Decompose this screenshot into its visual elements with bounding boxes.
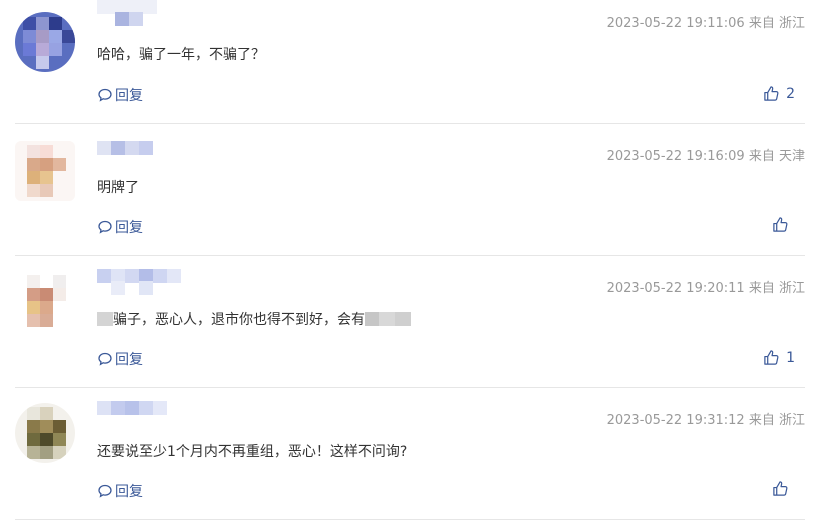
speech-bubble-icon <box>98 352 112 366</box>
timestamp: 2023-05-22 19:16:09 <box>606 149 745 164</box>
comment-meta: 2023-05-22 19:31:12 来自 浙江 <box>607 409 805 428</box>
thumbs-up-icon <box>773 481 788 496</box>
like-button[interactable]: 2 <box>763 85 795 102</box>
location-prefix: 来自 <box>748 281 775 296</box>
comment-meta: 2023-05-22 19:20:11 来自 浙江 <box>607 277 805 296</box>
separator <box>15 387 805 388</box>
timestamp: 2023-05-22 19:11:06 <box>606 16 745 31</box>
comment-meta: 2023-05-22 19:11:06 来自 浙江 <box>607 12 805 31</box>
speech-bubble-icon <box>98 220 112 234</box>
reply-label: 回复 <box>115 220 143 236</box>
separator <box>15 123 805 124</box>
reply-button[interactable]: 回复 <box>97 349 143 369</box>
comment-text: 还要说至少1个月内不再重组，恶心！这样不问询? <box>97 444 408 460</box>
timestamp: 2023-05-22 19:31:12 <box>606 413 745 428</box>
reply-label: 回复 <box>115 88 143 104</box>
location: 天津 <box>778 149 805 164</box>
avatar[interactable] <box>15 403 75 463</box>
location: 浙江 <box>778 413 805 428</box>
like-button[interactable] <box>772 480 795 497</box>
location: 浙江 <box>778 281 805 296</box>
like-count: 2 <box>786 85 795 102</box>
reply-label: 回复 <box>115 484 143 500</box>
reply-button[interactable]: 回复 <box>97 217 143 237</box>
thumbs-up-icon <box>773 217 788 232</box>
separator <box>15 255 805 256</box>
avatar[interactable] <box>15 141 75 201</box>
thumbs-up-icon <box>764 86 779 101</box>
comment-text: 明牌了 <box>97 180 139 196</box>
location: 浙江 <box>778 16 805 31</box>
speech-bubble-icon <box>98 88 112 102</box>
thumbs-up-icon <box>764 350 779 365</box>
reply-button[interactable]: 回复 <box>97 481 143 501</box>
like-button[interactable]: 1 <box>763 349 795 366</box>
like-count: 1 <box>786 349 795 366</box>
location-prefix: 来自 <box>748 16 775 31</box>
reply-label: 回复 <box>115 352 143 368</box>
avatar[interactable] <box>15 271 75 331</box>
comment-text: 哈哈，骗了一年，不骗了？ <box>97 47 265 63</box>
avatar[interactable] <box>15 12 75 72</box>
separator <box>15 519 805 520</box>
location-prefix: 来自 <box>748 149 775 164</box>
like-button[interactable] <box>772 216 795 233</box>
comment-text-body: 骗子，恶心人，退市你也得不到好，会有 <box>113 312 365 328</box>
timestamp: 2023-05-22 19:20:11 <box>606 281 745 296</box>
mosaic-redaction <box>97 312 113 326</box>
speech-bubble-icon <box>98 484 112 498</box>
location-prefix: 来自 <box>748 413 775 428</box>
reply-button[interactable]: 回复 <box>97 85 143 105</box>
comment-text: 骗子，恶心人，退市你也得不到好，会有 <box>97 309 411 329</box>
mosaic-redaction <box>365 312 411 326</box>
comment-meta: 2023-05-22 19:16:09 来自 天津 <box>607 145 805 164</box>
